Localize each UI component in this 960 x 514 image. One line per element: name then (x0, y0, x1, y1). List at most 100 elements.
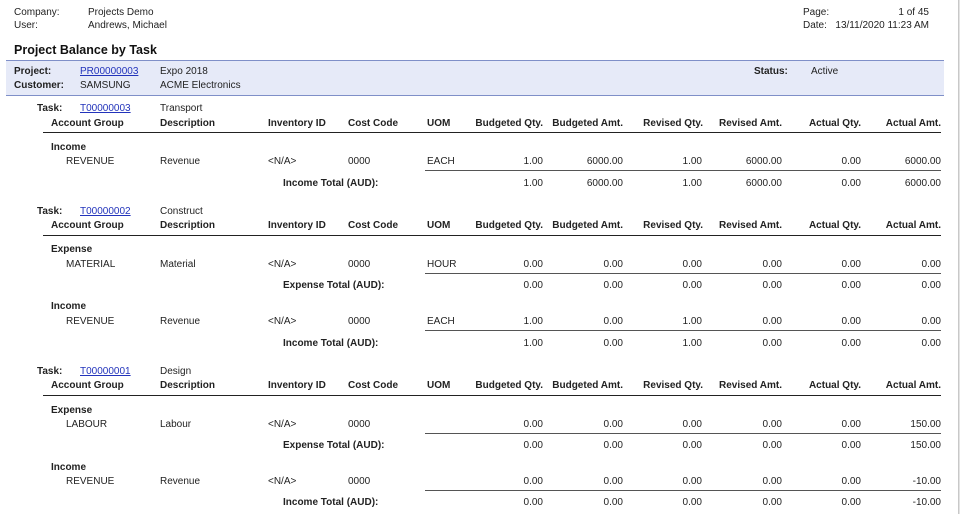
col-revised-qty: Revised Qty. (643, 380, 703, 391)
total-budgeted-qty: 0.00 (523, 497, 543, 508)
actual-amt: 0.00 (921, 259, 941, 270)
col-revised-amt: Revised Amt. (719, 118, 782, 129)
group-total-label: Expense Total (AUD): (283, 280, 385, 291)
group-type: Income (51, 462, 87, 473)
cost-code: 0000 (348, 316, 371, 327)
budgeted-amt: 6000.00 (586, 156, 623, 167)
inventory-id: <N/A> (268, 316, 297, 327)
col-inventory-id: Inventory ID (268, 380, 326, 391)
total-actual-qty: 0.00 (841, 280, 861, 291)
description: Revenue (160, 316, 201, 327)
group-type: Income (51, 301, 87, 312)
col-revised-qty: Revised Qty. (643, 220, 703, 231)
task-id-link[interactable]: T00000001 (80, 366, 131, 377)
total-budgeted-amt: 6000.00 (586, 178, 623, 189)
revised-qty: 0.00 (682, 419, 702, 430)
user-value: Andrews, Michael (88, 20, 167, 31)
revised-amt: 0.00 (762, 316, 782, 327)
report-title: Project Balance by Task (14, 43, 157, 57)
report-page: Company: Projects Demo User: Andrews, Mi… (0, 0, 959, 514)
task-label: Task: (37, 206, 63, 217)
total-actual-qty: 0.00 (841, 497, 861, 508)
total-budgeted-amt: 0.00 (603, 497, 623, 508)
cost-code: 0000 (348, 259, 371, 270)
column-divider (43, 132, 941, 133)
revised-qty: 1.00 (682, 156, 702, 167)
total-divider (425, 490, 941, 491)
total-actual-amt: 6000.00 (904, 178, 941, 189)
cost-code: 0000 (348, 476, 371, 487)
inventory-id: <N/A> (268, 156, 297, 167)
project-band (6, 60, 944, 96)
cost-code: 0000 (348, 419, 371, 430)
total-budgeted-qty: 0.00 (523, 280, 543, 291)
uom: EACH (427, 316, 455, 327)
total-revised-qty: 0.00 (682, 280, 702, 291)
col-uom: UOM (427, 118, 451, 129)
total-revised-amt: 0.00 (762, 497, 782, 508)
col-description: Description (160, 380, 216, 391)
col-actual-qty: Actual Qty. (808, 118, 861, 129)
description: Revenue (160, 476, 201, 487)
total-revised-amt: 6000.00 (745, 178, 782, 189)
col-account-group: Account Group (51, 118, 124, 129)
actual-amt: -10.00 (912, 476, 941, 487)
actual-qty: 0.00 (841, 259, 861, 270)
col-actual-amt: Actual Amt. (885, 118, 941, 129)
col-budgeted-amt: Budgeted Amt. (552, 118, 623, 129)
revised-qty: 0.00 (682, 476, 702, 487)
group-type: Expense (51, 244, 93, 255)
total-revised-amt: 0.00 (762, 338, 782, 349)
total-budgeted-amt: 0.00 (603, 338, 623, 349)
total-budgeted-amt: 0.00 (603, 440, 623, 451)
actual-amt: 150.00 (910, 419, 941, 430)
col-budgeted-qty: Budgeted Qty. (475, 380, 543, 391)
task-description: Construct (160, 206, 203, 217)
task-label: Task: (37, 103, 63, 114)
account-group: REVENUE (66, 156, 115, 167)
col-actual-qty: Actual Qty. (808, 380, 861, 391)
total-actual-amt: 150.00 (910, 440, 941, 451)
total-budgeted-qty: 1.00 (523, 338, 543, 349)
col-cost-code: Cost Code (348, 220, 398, 231)
task-id-link[interactable]: T00000002 (80, 206, 131, 217)
inventory-id: <N/A> (268, 476, 297, 487)
total-divider (425, 330, 941, 331)
customer-name: ACME Electronics (160, 80, 241, 91)
budgeted-qty: 0.00 (523, 476, 543, 487)
actual-qty: 0.00 (841, 476, 861, 487)
col-cost-code: Cost Code (348, 380, 398, 391)
description: Material (160, 259, 196, 270)
actual-amt: 0.00 (921, 316, 941, 327)
inventory-id: <N/A> (268, 259, 297, 270)
budgeted-amt: 0.00 (603, 476, 623, 487)
total-revised-amt: 0.00 (762, 440, 782, 451)
col-budgeted-qty: Budgeted Qty. (475, 118, 543, 129)
col-uom: UOM (427, 380, 451, 391)
budgeted-qty: 1.00 (523, 156, 543, 167)
total-actual-qty: 0.00 (841, 338, 861, 349)
revised-qty: 0.00 (682, 259, 702, 270)
task-id-link[interactable]: T00000003 (80, 103, 131, 114)
col-actual-amt: Actual Amt. (885, 380, 941, 391)
budgeted-qty: 0.00 (523, 259, 543, 270)
budgeted-amt: 0.00 (603, 419, 623, 430)
description: Revenue (160, 156, 201, 167)
company-value: Projects Demo (88, 7, 154, 18)
status-label: Status: (754, 66, 788, 77)
revised-amt: 0.00 (762, 259, 782, 270)
project-id-link[interactable]: PR00000003 (80, 66, 138, 77)
customer-label: Customer: (14, 80, 65, 91)
total-divider (425, 170, 941, 171)
account-group: MATERIAL (66, 259, 116, 270)
column-divider (43, 235, 941, 236)
budgeted-amt: 0.00 (603, 316, 623, 327)
actual-qty: 0.00 (841, 419, 861, 430)
revised-qty: 1.00 (682, 316, 702, 327)
col-account-group: Account Group (51, 380, 124, 391)
col-actual-qty: Actual Qty. (808, 220, 861, 231)
budgeted-qty: 0.00 (523, 419, 543, 430)
total-revised-qty: 0.00 (682, 440, 702, 451)
total-revised-qty: 0.00 (682, 497, 702, 508)
account-group: REVENUE (66, 476, 115, 487)
